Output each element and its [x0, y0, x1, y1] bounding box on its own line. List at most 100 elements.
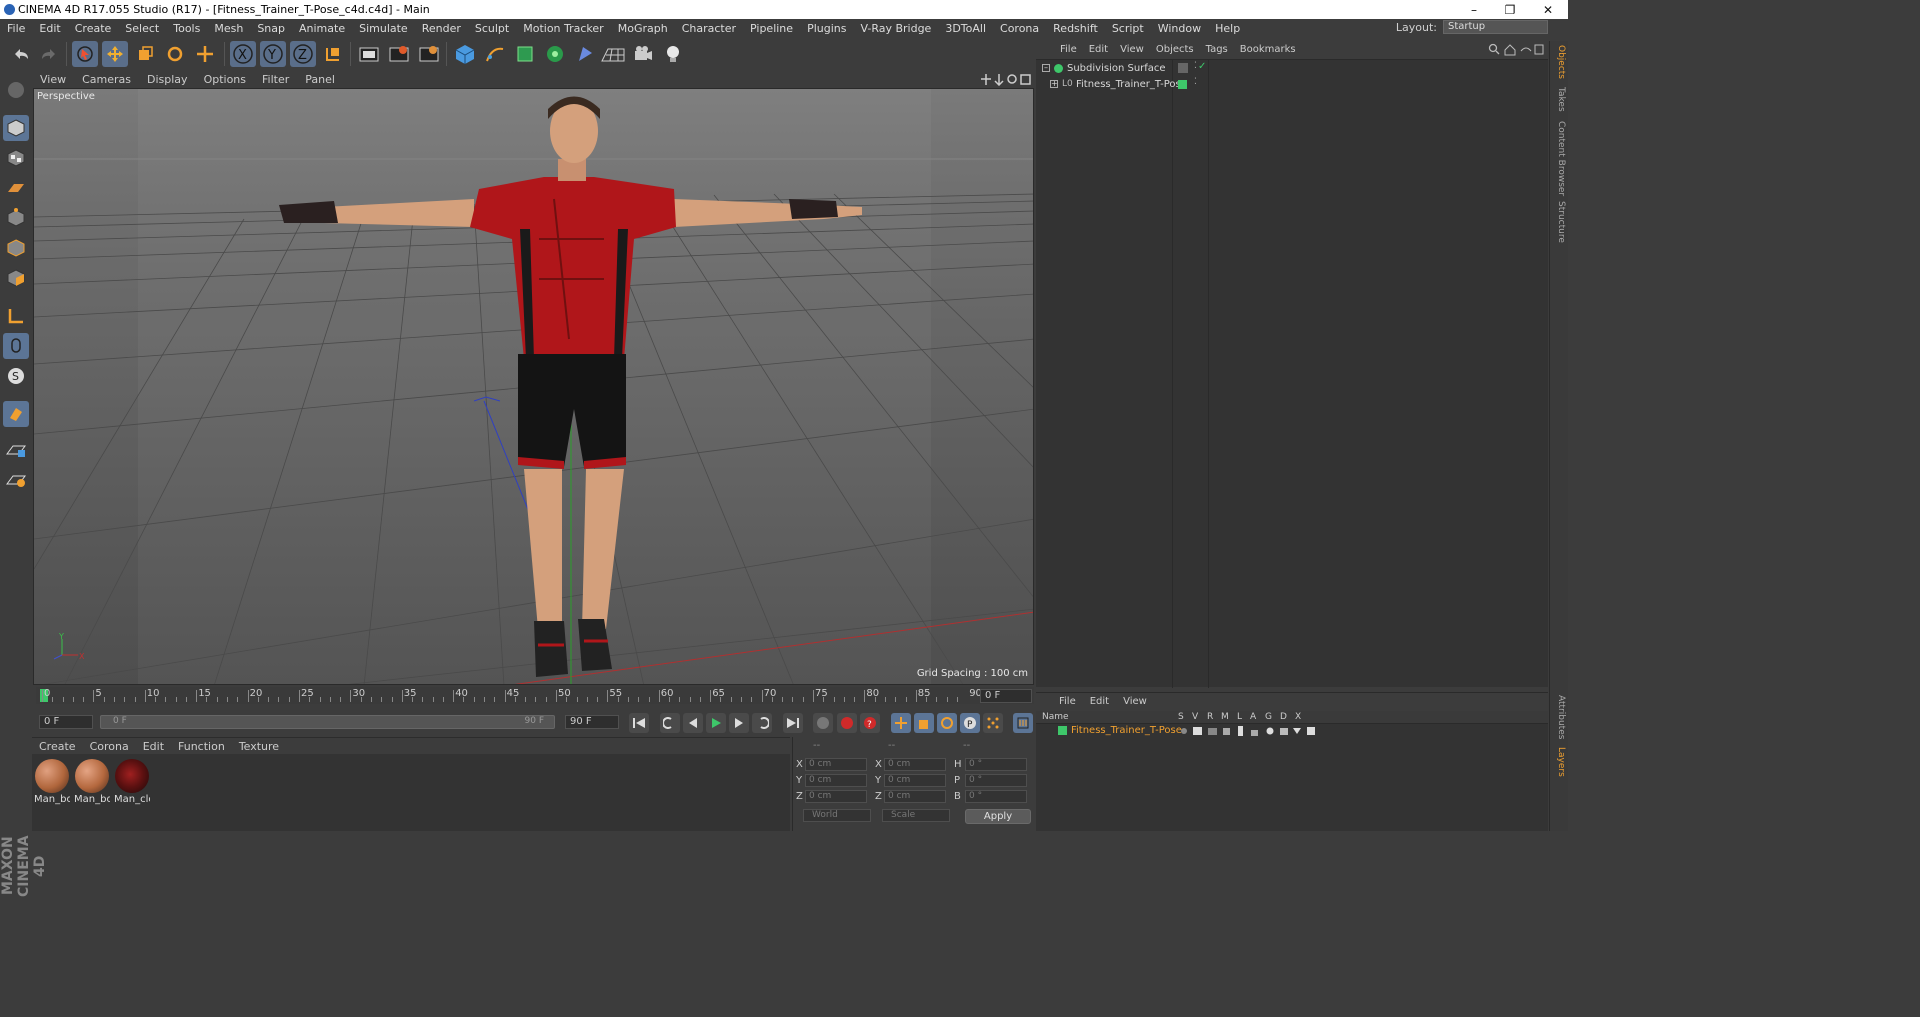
menu-help[interactable]: Help	[1208, 22, 1247, 35]
autokey-icon[interactable]: ?	[860, 713, 880, 733]
menu-redshift[interactable]: Redshift	[1046, 22, 1105, 35]
viewport-menu-options[interactable]: Options	[196, 73, 254, 86]
frame-range-slider[interactable]: 0 F 90 F	[100, 715, 555, 729]
key-rotation-icon[interactable]	[937, 713, 957, 733]
perspective-viewport[interactable]: Y X Perspective Grid Spacing : 100 cm	[33, 88, 1034, 685]
material-menu-function[interactable]: Function	[171, 740, 232, 753]
render-settings-icon[interactable]	[416, 41, 442, 67]
subdivision-surface-icon[interactable]	[512, 41, 538, 67]
texture-mode-icon[interactable]	[3, 145, 29, 171]
render-picture-viewer-icon[interactable]	[386, 41, 412, 67]
live-selection-icon[interactable]	[72, 41, 98, 67]
menu-snap[interactable]: Snap	[250, 22, 292, 35]
scale-icon[interactable]	[132, 41, 158, 67]
model-mode-icon[interactable]	[3, 115, 29, 141]
object-row[interactable]: + L0 Fitness_Trainer_T-Pose ⁚	[1036, 77, 1548, 93]
rotation-h-field[interactable]: 0 °	[965, 758, 1027, 771]
transform-mode-dropdown[interactable]: Scale	[882, 809, 950, 822]
collapse-toggle-icon[interactable]: –	[1042, 64, 1050, 72]
undo-icon[interactable]	[8, 41, 34, 67]
size-y-field[interactable]: 0 cm	[884, 774, 946, 787]
key-point-level-icon[interactable]	[983, 713, 1003, 733]
tab-objects[interactable]: Objects	[1552, 45, 1566, 79]
layer-menu-file[interactable]: File	[1052, 696, 1083, 707]
tab-content-browser[interactable]: Content Browser	[1552, 121, 1566, 196]
key-scale-icon[interactable]	[914, 713, 934, 733]
object-menu-tags[interactable]: Tags	[1200, 44, 1234, 55]
object-menu-view[interactable]: View	[1114, 44, 1150, 55]
end-frame-field[interactable]: 90 F	[565, 715, 619, 729]
menu-script[interactable]: Script	[1105, 22, 1151, 35]
rotation-p-field[interactable]: 0 °	[965, 774, 1027, 787]
play-icon[interactable]	[706, 713, 726, 733]
camera-icon[interactable]	[630, 41, 656, 67]
transform-icon[interactable]	[192, 41, 218, 67]
magnet-icon[interactable]	[3, 401, 29, 427]
size-x-field[interactable]: 0 cm	[884, 758, 946, 771]
menu-corona[interactable]: Corona	[993, 22, 1046, 35]
cube-icon[interactable]	[452, 41, 478, 67]
floor-icon[interactable]	[600, 41, 626, 67]
menu-plugins[interactable]: Plugins	[800, 22, 853, 35]
object-menu-objects[interactable]: Objects	[1150, 44, 1200, 55]
timeline-window-icon[interactable]	[1013, 713, 1033, 733]
menu-3dtoall[interactable]: 3DToAll	[938, 22, 993, 35]
record-keyframe-icon[interactable]	[837, 713, 857, 733]
material-swatch[interactable]: Man_bo	[74, 758, 110, 808]
menu-pipeline[interactable]: Pipeline	[743, 22, 800, 35]
size-z-field[interactable]: 0 cm	[884, 790, 946, 803]
menu-motion-tracker[interactable]: Motion Tracker	[516, 22, 610, 35]
next-keyframe-icon[interactable]	[752, 713, 772, 733]
menu-simulate[interactable]: Simulate	[352, 22, 415, 35]
layer-menu-view[interactable]: View	[1116, 696, 1154, 707]
viewport-menu-filter[interactable]: Filter	[254, 73, 297, 86]
layer-row[interactable]: Fitness_Trainer_T-Pose	[1036, 724, 1548, 738]
position-z-field[interactable]: 0 cm	[805, 790, 867, 803]
go-to-end-icon[interactable]	[783, 713, 803, 733]
motion-record-icon[interactable]	[813, 713, 833, 733]
rotate-icon[interactable]	[162, 41, 188, 67]
visibility-dots-icon[interactable]: ⁚	[1194, 61, 1197, 71]
menu-vray-bridge[interactable]: V-Ray Bridge	[853, 22, 938, 35]
locked-workplane-icon[interactable]	[3, 467, 29, 493]
menu-edit[interactable]: Edit	[32, 22, 67, 35]
restore-button[interactable]: ❐	[1492, 0, 1528, 19]
layer-toggle-icons[interactable]	[1180, 725, 1320, 737]
material-menu-texture[interactable]: Texture	[232, 740, 286, 753]
apply-button[interactable]: Apply	[965, 809, 1031, 824]
menu-file[interactable]: File	[0, 22, 32, 35]
visibility-dots-icon[interactable]: ⁚	[1194, 77, 1197, 87]
enabled-check-icon[interactable]: ✓	[1198, 61, 1206, 72]
menu-create[interactable]: Create	[68, 22, 119, 35]
key-parameter-icon[interactable]: P	[960, 713, 980, 733]
object-manager-search-icons[interactable]	[1488, 43, 1544, 56]
light-icon[interactable]	[660, 41, 686, 67]
axis-mode-icon[interactable]	[3, 303, 29, 329]
polygons-mode-icon[interactable]	[3, 265, 29, 291]
workplane-icon[interactable]	[3, 175, 29, 201]
material-swatch[interactable]: Man_clo	[114, 758, 150, 808]
deformer-icon[interactable]	[572, 41, 598, 67]
next-frame-icon[interactable]	[729, 713, 749, 733]
current-frame-field[interactable]: 0 F	[980, 689, 1032, 703]
viewport-menu-panel[interactable]: Panel	[297, 73, 343, 86]
tab-structure[interactable]: Structure	[1552, 201, 1566, 243]
x-axis-icon[interactable]: X	[230, 41, 256, 67]
workplane-lock-icon[interactable]	[3, 437, 29, 463]
tab-layers[interactable]: Layers	[1552, 747, 1566, 777]
viewport-menu-view[interactable]: View	[32, 73, 74, 86]
object-menu-file[interactable]: File	[1054, 44, 1083, 55]
material-menu-edit[interactable]: Edit	[136, 740, 171, 753]
minimize-button[interactable]: –	[1456, 0, 1492, 19]
tab-attributes[interactable]: Attributes	[1552, 695, 1566, 739]
menu-mograph[interactable]: MoGraph	[611, 22, 675, 35]
menu-render[interactable]: Render	[415, 22, 468, 35]
move-icon[interactable]	[102, 41, 128, 67]
layer-color-icon[interactable]	[1178, 80, 1187, 89]
menu-sculpt[interactable]: Sculpt	[468, 22, 516, 35]
menu-mesh[interactable]: Mesh	[207, 22, 250, 35]
z-axis-icon[interactable]: Z	[290, 41, 316, 67]
menu-window[interactable]: Window	[1151, 22, 1208, 35]
menu-animate[interactable]: Animate	[292, 22, 352, 35]
previous-keyframe-icon[interactable]	[660, 713, 680, 733]
